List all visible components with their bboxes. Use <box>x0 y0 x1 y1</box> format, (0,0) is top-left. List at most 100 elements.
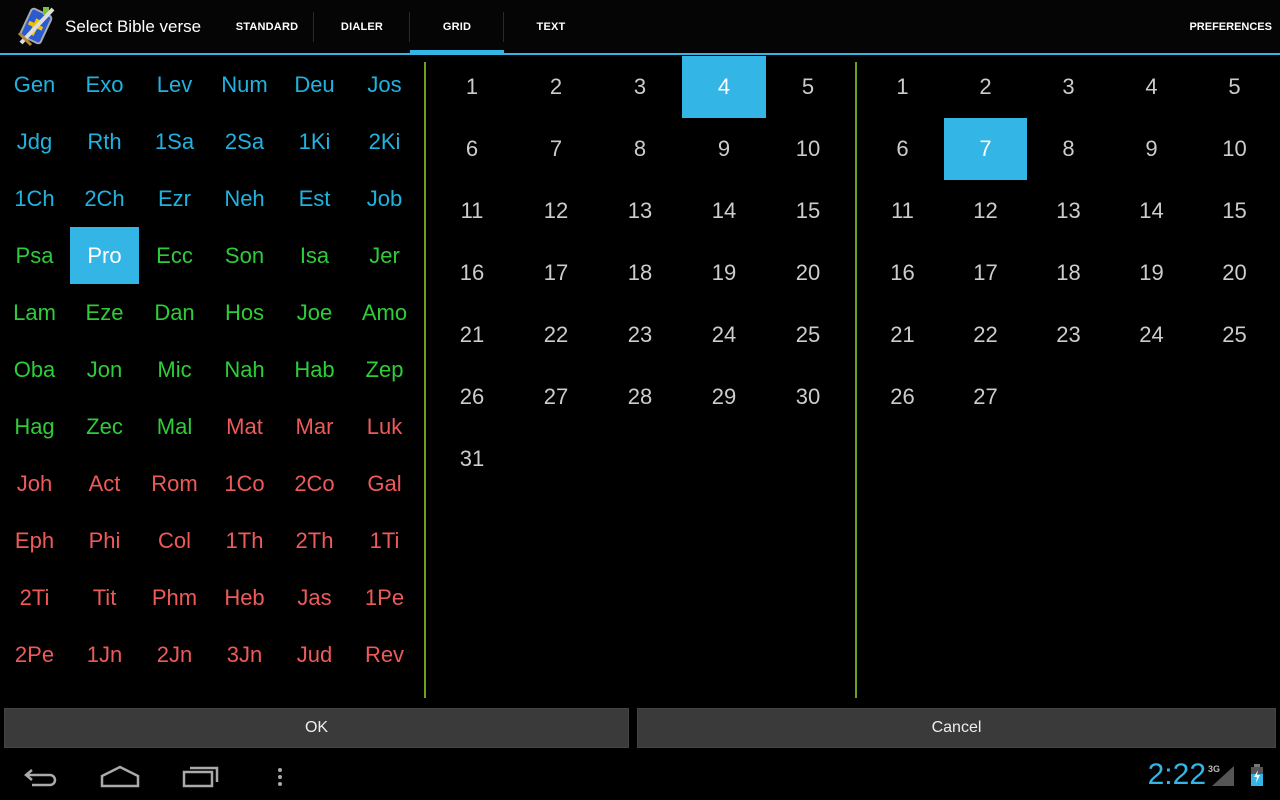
verse-item-23[interactable]: 23 <box>1027 304 1110 366</box>
book-item-mat[interactable]: Mat <box>210 398 279 455</box>
chapter-item-6[interactable]: 6 <box>430 118 514 180</box>
chapter-item-19[interactable]: 19 <box>682 242 766 304</box>
verse-item-13[interactable]: 13 <box>1027 180 1110 242</box>
chapter-item-11[interactable]: 11 <box>430 180 514 242</box>
book-item-mic[interactable]: Mic <box>140 341 209 398</box>
book-item-1pe[interactable]: 1Pe <box>350 569 419 626</box>
book-item-jud[interactable]: Jud <box>280 626 349 683</box>
chapter-item-20[interactable]: 20 <box>766 242 850 304</box>
book-item-1co[interactable]: 1Co <box>210 455 279 512</box>
book-item-2sa[interactable]: 2Sa <box>210 113 279 170</box>
verse-item-16[interactable]: 16 <box>861 242 944 304</box>
chapter-item-15[interactable]: 15 <box>766 180 850 242</box>
book-item-neh[interactable]: Neh <box>210 170 279 227</box>
book-item-1ch[interactable]: 1Ch <box>0 170 69 227</box>
book-item-oba[interactable]: Oba <box>0 341 69 398</box>
verse-item-26[interactable]: 26 <box>861 366 944 428</box>
verse-item-8[interactable]: 8 <box>1027 118 1110 180</box>
book-item-phi[interactable]: Phi <box>70 512 139 569</box>
verse-item-12[interactable]: 12 <box>944 180 1027 242</box>
verse-item-1[interactable]: 1 <box>861 56 944 118</box>
chapter-item-27[interactable]: 27 <box>514 366 598 428</box>
tab-text[interactable]: TEXT <box>504 0 598 54</box>
chapter-item-24[interactable]: 24 <box>682 304 766 366</box>
verse-item-25[interactable]: 25 <box>1193 304 1276 366</box>
verse-item-7[interactable]: 7 <box>944 118 1027 180</box>
chapter-item-4[interactable]: 4 <box>682 56 766 118</box>
chapter-item-2[interactable]: 2 <box>514 56 598 118</box>
chapter-item-31[interactable]: 31 <box>430 428 514 490</box>
verse-item-24[interactable]: 24 <box>1110 304 1193 366</box>
book-item-zep[interactable]: Zep <box>350 341 419 398</box>
book-item-gen[interactable]: Gen <box>0 56 69 113</box>
book-item-ezr[interactable]: Ezr <box>140 170 209 227</box>
book-item-pro[interactable]: Pro <box>70 227 139 284</box>
book-item-phm[interactable]: Phm <box>140 569 209 626</box>
verse-item-20[interactable]: 20 <box>1193 242 1276 304</box>
bible-sword-app-icon[interactable] <box>13 5 57 49</box>
verse-item-11[interactable]: 11 <box>861 180 944 242</box>
book-item-tit[interactable]: Tit <box>70 569 139 626</box>
chapter-item-21[interactable]: 21 <box>430 304 514 366</box>
book-item-exo[interactable]: Exo <box>70 56 139 113</box>
cancel-button[interactable]: Cancel <box>637 708 1276 748</box>
chapter-item-22[interactable]: 22 <box>514 304 598 366</box>
book-item-isa[interactable]: Isa <box>280 227 349 284</box>
chapter-item-28[interactable]: 28 <box>598 366 682 428</box>
verse-item-15[interactable]: 15 <box>1193 180 1276 242</box>
book-item-act[interactable]: Act <box>70 455 139 512</box>
chapter-item-18[interactable]: 18 <box>598 242 682 304</box>
book-item-rev[interactable]: Rev <box>350 626 419 683</box>
book-item-1th[interactable]: 1Th <box>210 512 279 569</box>
book-item-2jn[interactable]: 2Jn <box>140 626 209 683</box>
chapter-item-12[interactable]: 12 <box>514 180 598 242</box>
verse-item-6[interactable]: 6 <box>861 118 944 180</box>
book-item-joh[interactable]: Joh <box>0 455 69 512</box>
book-item-2ki[interactable]: 2Ki <box>350 113 419 170</box>
book-item-mar[interactable]: Mar <box>280 398 349 455</box>
book-item-est[interactable]: Est <box>280 170 349 227</box>
book-item-psa[interactable]: Psa <box>0 227 69 284</box>
verse-item-9[interactable]: 9 <box>1110 118 1193 180</box>
book-item-lev[interactable]: Lev <box>140 56 209 113</box>
book-item-eze[interactable]: Eze <box>70 284 139 341</box>
chapter-item-25[interactable]: 25 <box>766 304 850 366</box>
book-item-amo[interactable]: Amo <box>350 284 419 341</box>
book-item-son[interactable]: Son <box>210 227 279 284</box>
book-item-rth[interactable]: Rth <box>70 113 139 170</box>
verse-item-19[interactable]: 19 <box>1110 242 1193 304</box>
book-item-heb[interactable]: Heb <box>210 569 279 626</box>
book-item-luk[interactable]: Luk <box>350 398 419 455</box>
book-item-dan[interactable]: Dan <box>140 284 209 341</box>
book-item-hag[interactable]: Hag <box>0 398 69 455</box>
recent-apps-icon[interactable] <box>182 762 220 790</box>
book-item-rom[interactable]: Rom <box>140 455 209 512</box>
tab-dialer[interactable]: DIALER <box>314 0 410 54</box>
book-item-1sa[interactable]: 1Sa <box>140 113 209 170</box>
book-item-hab[interactable]: Hab <box>280 341 349 398</box>
verse-item-22[interactable]: 22 <box>944 304 1027 366</box>
book-item-gal[interactable]: Gal <box>350 455 419 512</box>
book-item-lam[interactable]: Lam <box>0 284 69 341</box>
chapter-item-1[interactable]: 1 <box>430 56 514 118</box>
book-item-jdg[interactable]: Jdg <box>0 113 69 170</box>
verse-item-18[interactable]: 18 <box>1027 242 1110 304</box>
book-item-3jn[interactable]: 3Jn <box>210 626 279 683</box>
chapter-item-14[interactable]: 14 <box>682 180 766 242</box>
book-item-2co[interactable]: 2Co <box>280 455 349 512</box>
book-item-eph[interactable]: Eph <box>0 512 69 569</box>
chapter-item-26[interactable]: 26 <box>430 366 514 428</box>
book-item-nah[interactable]: Nah <box>210 341 279 398</box>
book-item-mal[interactable]: Mal <box>140 398 209 455</box>
book-item-col[interactable]: Col <box>140 512 209 569</box>
verse-item-14[interactable]: 14 <box>1110 180 1193 242</box>
home-icon[interactable] <box>100 762 140 790</box>
chapter-item-3[interactable]: 3 <box>598 56 682 118</box>
tab-grid[interactable]: GRID <box>410 0 504 55</box>
book-item-joe[interactable]: Joe <box>280 284 349 341</box>
book-item-zec[interactable]: Zec <box>70 398 139 455</box>
verse-item-21[interactable]: 21 <box>861 304 944 366</box>
book-item-jas[interactable]: Jas <box>280 569 349 626</box>
book-item-jos[interactable]: Jos <box>350 56 419 113</box>
verse-item-10[interactable]: 10 <box>1193 118 1276 180</box>
